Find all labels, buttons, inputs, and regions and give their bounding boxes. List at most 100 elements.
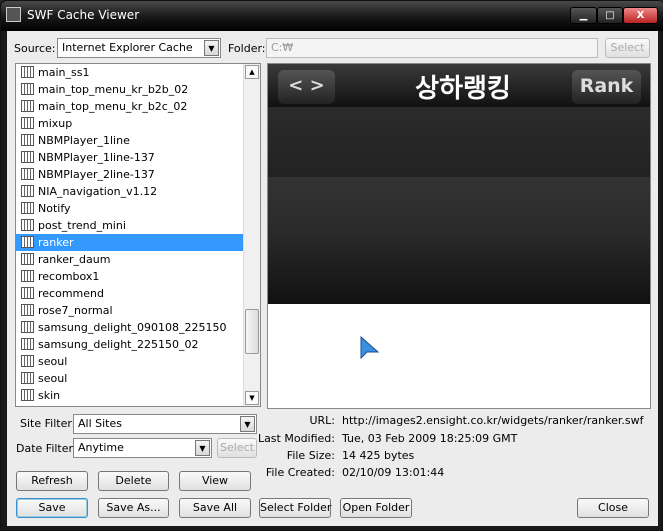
date-filter-label: Date Filter: bbox=[16, 442, 77, 455]
window-title: SWF Cache Viewer bbox=[27, 8, 140, 22]
minimize-button[interactable]: ▁ bbox=[570, 7, 597, 24]
chevron-down-icon[interactable]: ▼ bbox=[204, 40, 219, 56]
file-name: NBMPlayer_2line-137 bbox=[38, 168, 155, 181]
file-list-item[interactable]: main_top_menu_kr_b2c_02 bbox=[16, 98, 260, 115]
last-modified-value: Tue, 03 Feb 2009 18:25:09 GMT bbox=[342, 432, 518, 445]
rank-button[interactable]: Rank bbox=[572, 70, 641, 104]
save-as-button[interactable]: Save As... bbox=[98, 498, 169, 518]
file-list-item[interactable]: main_top_menu_kr_b2b_02 bbox=[16, 81, 260, 98]
save-button[interactable]: Save bbox=[16, 498, 88, 518]
file-size-label: File Size: bbox=[286, 449, 335, 462]
file-name: Notify bbox=[38, 202, 71, 215]
file-name: skin bbox=[38, 389, 61, 402]
swf-file-icon bbox=[21, 134, 34, 146]
file-list-item[interactable]: ranker bbox=[16, 234, 260, 251]
scroll-down-icon[interactable]: ▼ bbox=[245, 391, 259, 405]
file-list-item[interactable]: NBMPlayer_2line-137 bbox=[16, 166, 260, 183]
site-filter-label: Site Filter: bbox=[20, 417, 76, 430]
file-name: ranker_daum bbox=[38, 253, 111, 266]
chevron-down-icon[interactable]: ▼ bbox=[195, 440, 210, 456]
file-list-item[interactable]: NBMPlayer_1line bbox=[16, 132, 260, 149]
file-list-item[interactable]: mixup bbox=[16, 115, 260, 132]
swf-file-icon bbox=[21, 372, 34, 384]
file-name: rose7_normal bbox=[38, 304, 113, 317]
date-filter-select[interactable]: Anytime ▼ bbox=[73, 438, 212, 458]
file-list-item[interactable]: recommend bbox=[16, 285, 260, 302]
close-button[interactable]: Close bbox=[577, 498, 649, 518]
file-name: main_ss1 bbox=[38, 66, 90, 79]
file-list-item[interactable]: post_trend_mini bbox=[16, 217, 260, 234]
file-list-item[interactable]: seoul bbox=[16, 353, 260, 370]
file-created-value: 02/10/09 13:01:44 bbox=[342, 466, 445, 479]
date-filter-value: Anytime bbox=[78, 441, 124, 454]
swf-file-icon bbox=[21, 287, 34, 299]
swf-file-icon bbox=[21, 117, 34, 129]
swf-file-icon bbox=[21, 151, 34, 163]
swf-file-icon bbox=[21, 338, 34, 350]
file-name: seoul bbox=[38, 372, 68, 385]
file-name: NIA_navigation_v1.12 bbox=[38, 185, 158, 198]
open-folder-button[interactable]: Open Folder bbox=[340, 498, 412, 518]
swf-file-icon bbox=[21, 236, 34, 248]
scroll-up-icon[interactable]: ▲ bbox=[245, 65, 259, 79]
swf-file-icon bbox=[21, 202, 34, 214]
file-list-item[interactable]: skin bbox=[16, 387, 260, 404]
file-list-item[interactable]: samsung_delight_090108_225150 bbox=[16, 319, 260, 336]
file-list-item[interactable]: NIA_navigation_v1.12 bbox=[16, 183, 260, 200]
swf-file-icon bbox=[21, 66, 34, 78]
arrow-cursor-icon bbox=[360, 336, 380, 360]
file-name: main_top_menu_kr_b2c_02 bbox=[38, 100, 188, 113]
file-name: NBMPlayer_1line-137 bbox=[38, 151, 155, 164]
folder-input[interactable]: C:₩ bbox=[266, 38, 598, 58]
swf-file-icon bbox=[21, 389, 34, 401]
file-name: main_top_menu_kr_b2b_02 bbox=[38, 83, 189, 96]
file-list-item[interactable]: Notify bbox=[16, 200, 260, 217]
site-filter-value: All Sites bbox=[78, 417, 122, 430]
swf-file-icon bbox=[21, 304, 34, 316]
file-list-item[interactable]: ranker_daum bbox=[16, 251, 260, 268]
title-bar: SWF Cache Viewer ▁ □ X bbox=[1, 1, 663, 31]
swf-preview[interactable]: < > 상하랭킹 Rank bbox=[267, 63, 651, 409]
file-list-item[interactable]: recombox1 bbox=[16, 268, 260, 285]
client-area: Source: Internet Explorer Cache ▼ Folder:… bbox=[7, 31, 658, 526]
file-list[interactable]: main_ss1 main_top_menu_kr_b2b_02 main_top_… bbox=[15, 63, 261, 407]
swf-file-icon bbox=[21, 168, 34, 180]
swf-file-icon bbox=[21, 100, 34, 112]
swf-file-icon bbox=[21, 253, 34, 265]
file-list-item[interactable]: samsung_delight_225150_02 bbox=[16, 336, 260, 353]
swf-file-icon bbox=[21, 185, 34, 197]
swf-file-icon bbox=[21, 270, 34, 282]
file-name: mixup bbox=[38, 117, 73, 130]
list-scrollbar[interactable]: ▲ ▼ bbox=[243, 64, 260, 406]
file-name: samsung_delight_225150_02 bbox=[38, 338, 199, 351]
delete-button[interactable]: Delete bbox=[98, 471, 169, 491]
folder-select-button[interactable]: Select bbox=[605, 38, 650, 58]
file-name: recombox1 bbox=[38, 270, 100, 283]
file-list-item[interactable]: rose7_normal bbox=[16, 302, 260, 319]
app-window: SWF Cache Viewer ▁ □ X Source: Internet … bbox=[0, 0, 663, 531]
file-name: post_trend_mini bbox=[38, 219, 126, 232]
file-list-item[interactable]: seoul bbox=[16, 370, 260, 387]
file-name: samsung_delight_090108_225150 bbox=[38, 321, 227, 334]
source-select[interactable]: Internet Explorer Cache ▼ bbox=[57, 38, 221, 58]
nav-arrows-button[interactable]: < > bbox=[278, 70, 335, 104]
swf-file-icon bbox=[21, 321, 34, 333]
source-value: Internet Explorer Cache bbox=[62, 41, 193, 54]
file-name: seoul bbox=[38, 355, 68, 368]
save-all-button[interactable]: Save All bbox=[179, 498, 251, 518]
app-icon bbox=[6, 7, 21, 22]
file-list-item[interactable]: NBMPlayer_1line-137 bbox=[16, 149, 260, 166]
source-label: Source: bbox=[14, 42, 56, 55]
preview-title: 상하랭킹 bbox=[415, 74, 511, 104]
scroll-thumb[interactable] bbox=[245, 309, 259, 354]
swf-file-icon bbox=[21, 355, 34, 367]
close-window-button[interactable]: X bbox=[623, 7, 658, 24]
view-button[interactable]: View bbox=[179, 471, 251, 491]
refresh-button[interactable]: Refresh bbox=[16, 471, 88, 491]
maximize-button[interactable]: □ bbox=[597, 7, 623, 24]
file-size-value: 14 425 bytes bbox=[342, 449, 415, 462]
file-name: NBMPlayer_1line bbox=[38, 134, 130, 147]
select-folder-button[interactable]: Select Folder bbox=[259, 498, 331, 518]
swf-file-icon bbox=[21, 83, 34, 95]
file-list-item[interactable]: main_ss1 bbox=[16, 64, 260, 81]
